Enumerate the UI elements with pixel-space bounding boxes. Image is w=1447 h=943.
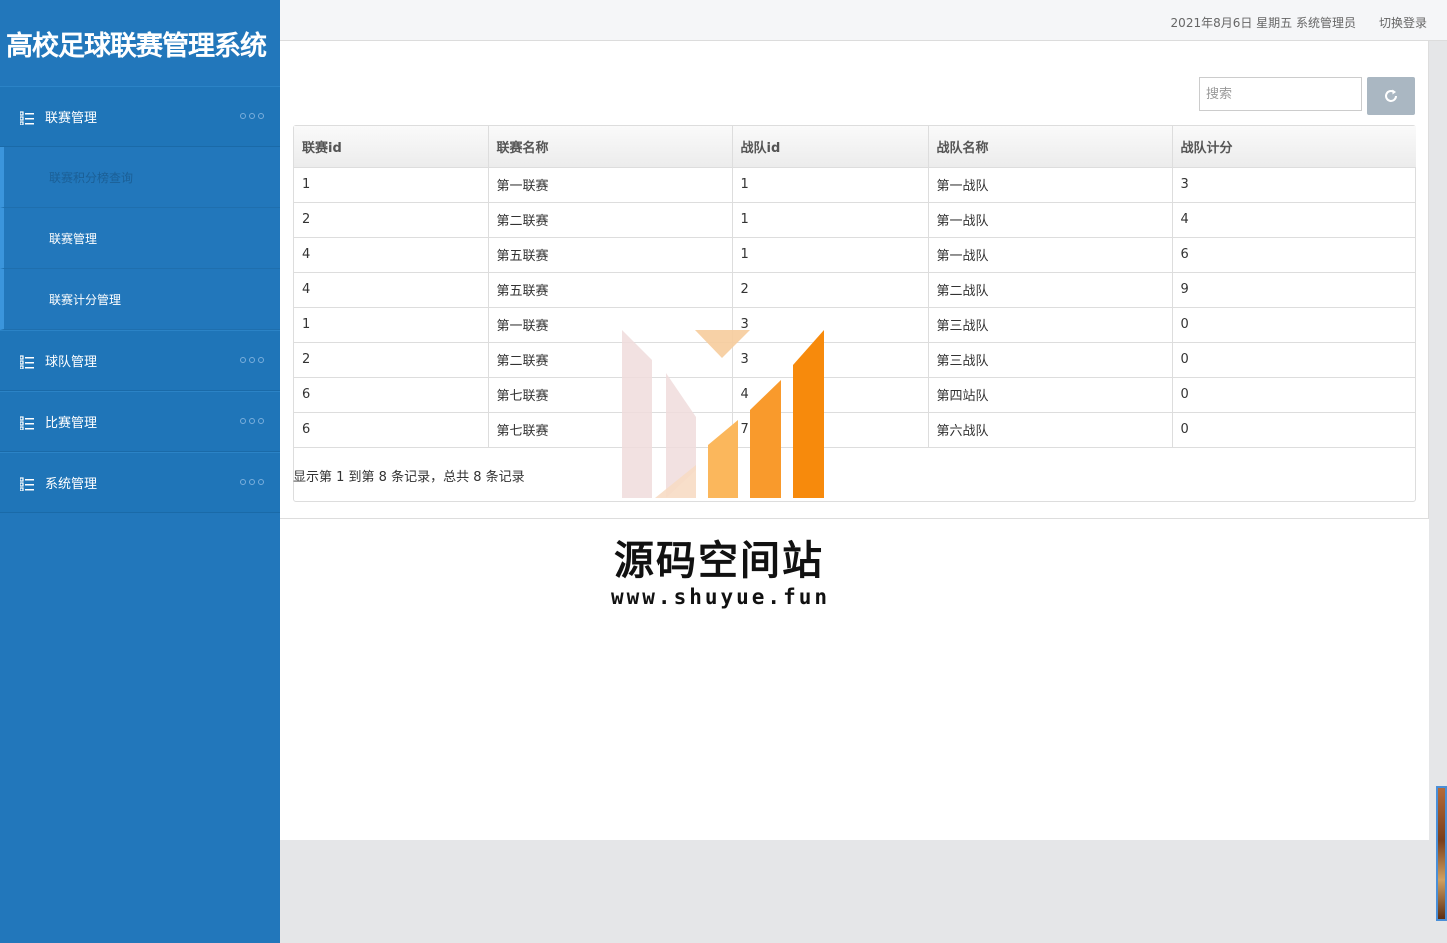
table-cell: 0 [1172,377,1416,413]
table-cell: 第五联赛 [488,237,733,273]
more-dots-icon [240,357,264,363]
table-cell: 第四站队 [928,377,1173,413]
table-cell: 1 [294,307,489,343]
table-cell: 1 [294,167,489,203]
watermark-title: 源码空间站 [614,538,824,584]
sidebar-group-label: 系统管理 [45,477,98,492]
table-cell: 4 [1172,202,1416,238]
table-row[interactable]: 6 第七联赛 7 第六战队 0 [294,412,1416,448]
table-cell: 第三战队 [928,342,1173,378]
table-cell: 第一战队 [928,167,1173,203]
table-cell: 1 [732,202,929,238]
date-user-info: 2021年8月6日 星期五 系统管理员 [1170,16,1356,30]
table-row[interactable]: 4 第五联赛 2 第二战队 9 [294,272,1416,308]
sidebar-item-league-manage[interactable]: 联赛管理 [0,208,280,269]
table-cell: 2 [732,272,929,308]
app-title: 高校足球联赛管理系统 [6,30,267,62]
table-cell: 1 [732,237,929,273]
sidebar-item-standings[interactable]: 联赛积分榜查询 [0,147,280,208]
sidebar-item-label: 联赛积分榜查询 [49,170,134,185]
table-cell: 3 [1172,167,1416,203]
table-cell: 第一战队 [928,202,1173,238]
table-cell: 2 [294,202,489,238]
list-icon [19,354,34,370]
table-header-row: 联赛id 联赛名称 战队id 战队名称 战队计分 [294,126,1416,168]
table-cell: 6 [294,377,489,413]
table-cell: 第五联赛 [488,272,733,308]
more-dots-icon [240,418,264,424]
more-dots-icon [240,113,264,119]
table-row[interactable]: 6 第七联赛 4 第四站队 0 [294,377,1416,413]
sidebar-item-label: 联赛计分管理 [49,292,122,307]
table-cell: 6 [294,412,489,448]
sidebar: 高校足球联赛管理系统 联赛管理 联赛积分榜查询 联赛管理 联赛计分管理 球队管理… [0,0,280,943]
table-cell: 第二战队 [928,272,1173,308]
pagination-summary: 显示第 1 到第 8 条记录，总共 8 条记录 [293,470,525,485]
side-floating-widget[interactable] [1436,786,1447,921]
sidebar-group-label: 联赛管理 [45,111,98,126]
app-logo: 高校足球联赛管理系统 [0,0,280,86]
main-content: 联赛id 联赛名称 战队id 战队名称 战队计分 1第一联赛1第一战队32第二联… [280,41,1429,840]
table-cell: 0 [1172,412,1416,448]
table-row[interactable]: 2 第二联赛 1 第一战队 4 [294,202,1416,238]
table-cell: 2 [294,342,489,378]
sidebar-group-label: 球队管理 [45,355,98,370]
table-row[interactable]: 1 第一联赛 1 第一战队 3 [294,167,1416,203]
list-icon [19,415,34,431]
top-bar: 2021年8月6日 星期五 系统管理员 切换登录 [280,0,1447,41]
refresh-icon [1385,89,1397,102]
table-cell: 4 [294,272,489,308]
table-cell: 1 [732,167,929,203]
table-row[interactable]: 4 第五联赛 1 第一战队 6 [294,237,1416,273]
sidebar-group-label: 比赛管理 [45,416,98,431]
refresh-button[interactable] [1367,77,1415,115]
table-cell: 第三战队 [928,307,1173,343]
sidebar-group-league[interactable]: 联赛管理 [0,86,280,147]
more-dots-icon [240,479,264,485]
table-cell: 第一联赛 [488,167,733,203]
data-table: 联赛id 联赛名称 战队id 战队名称 战队计分 1 第一联赛 1 第一战队 3 2 第二联… [293,125,1416,502]
sidebar-group-match[interactable]: 比赛管理 [0,391,280,452]
column-header[interactable]: 联赛名称 [488,126,733,168]
table-cell: 9 [1172,272,1416,308]
table-cell: 0 [1172,342,1416,378]
table-cell: 4 [294,237,489,273]
list-icon [19,476,34,492]
column-header[interactable]: 战队计分 [1172,126,1416,168]
sidebar-item-label: 联赛管理 [49,231,98,246]
table-cell: 第二联赛 [488,202,733,238]
table-cell: 0 [1172,307,1416,343]
table-cell: 第六战队 [928,412,1173,448]
table-cell: 第一战队 [928,237,1173,273]
sidebar-group-system[interactable]: 系统管理 [0,452,280,513]
list-icon [19,110,34,126]
table-row[interactable]: 2 第二联赛 3 第三战队 0 [294,342,1416,378]
table-row[interactable]: 1 第一联赛 3 第三战队 0 [294,307,1416,343]
switch-login-link[interactable]: 切换登录 [1379,14,1427,31]
sidebar-item-scoring-manage[interactable]: 联赛计分管理 [0,269,280,330]
search-input[interactable] [1199,77,1362,111]
column-header[interactable]: 战队名称 [928,126,1173,168]
column-header[interactable]: 战队id [732,126,929,168]
sidebar-group-team[interactable]: 球队管理 [0,330,280,391]
table-cell: 6 [1172,237,1416,273]
column-header[interactable]: 联赛id [294,126,489,168]
watermark-url: www.shuyue.fun [611,585,831,609]
